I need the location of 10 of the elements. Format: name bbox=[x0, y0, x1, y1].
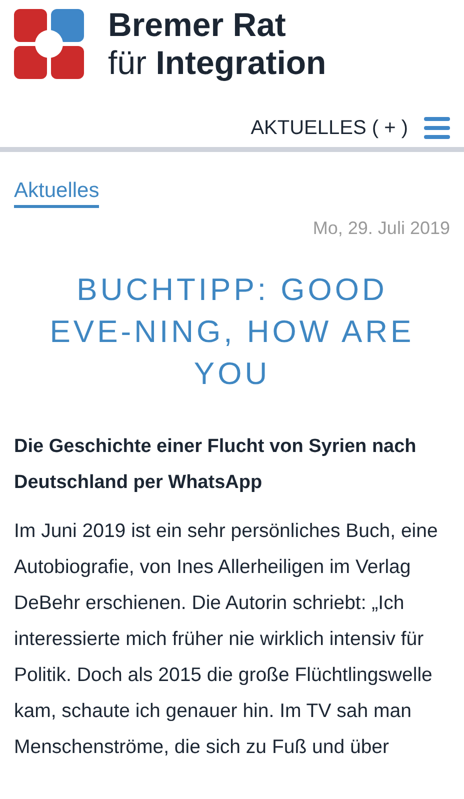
category-link[interactable]: Aktuelles bbox=[14, 179, 100, 208]
nav-link[interactable]: AKTUELLES ( + ) bbox=[250, 116, 408, 140]
article-title: BUCHTIPP: GOOD EVE-NING, HOW ARE YOU bbox=[48, 271, 416, 393]
article-subtitle: Die Geschichte einer Flucht von Syrien nach Deutschland per WhatsApp bbox=[14, 435, 418, 495]
menu-icon[interactable] bbox=[424, 116, 450, 140]
logo-text: für Integration bbox=[108, 44, 326, 82]
logo-text: Bremer Rat bbox=[108, 6, 287, 44]
article-date: Mo, 29. Juli 2019 bbox=[312, 218, 450, 239]
logo-icon bbox=[14, 9, 84, 79]
article-paragraph: Im Juni 2019 ist ein sehr persönliches Buch, eine Autobiografie, von Ines Allerheiligen im Verlag DeBehr erschienen. Die Autorin schriebt: „Ich interessierte mich früher nie wirklich intensiv für Politik. Doch als 2015 die große Flüchtlingswelle kam, schaute ich genauer hin. Im TV sah man Menschenströme, die sich zu Fuß und über bbox=[14, 519, 439, 760]
